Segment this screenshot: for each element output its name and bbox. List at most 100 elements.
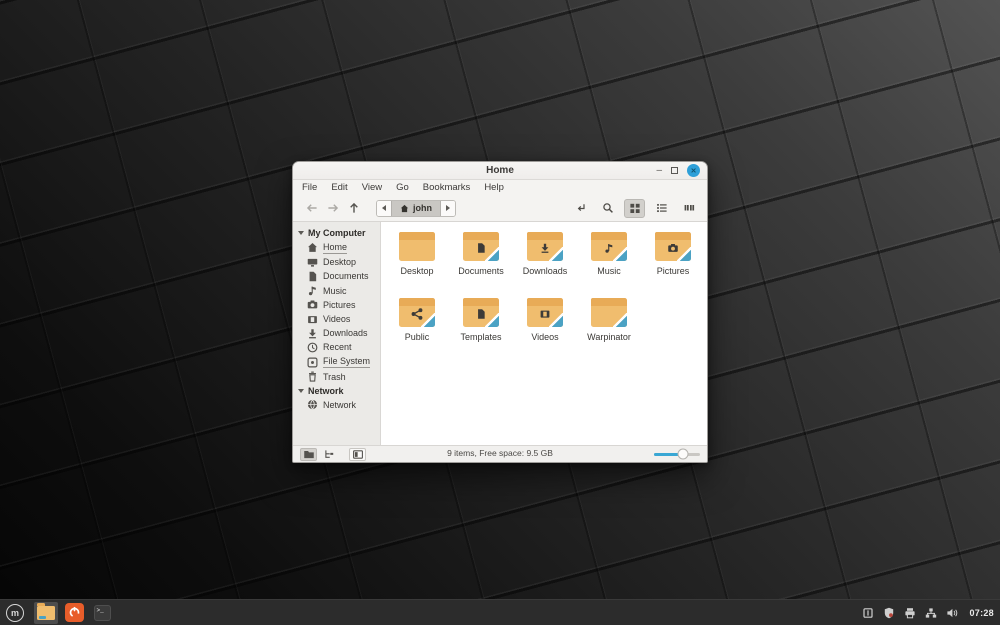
sidebar-item-label: Home	[323, 241, 348, 254]
chevron-right-icon	[446, 205, 450, 211]
teal-corner-emblem	[549, 313, 563, 327]
chevron-left-icon	[382, 205, 386, 211]
shield-update-icon[interactable]	[883, 607, 895, 619]
menu-view[interactable]: View	[362, 182, 382, 193]
zoom-slider[interactable]	[654, 448, 700, 460]
file-label: Public	[404, 332, 430, 342]
orange-app-launcher[interactable]	[62, 602, 86, 624]
file-item-templates[interactable]: Templates	[449, 294, 513, 360]
compact-icon	[683, 202, 695, 214]
sidebar-item-label: Pictures	[323, 299, 356, 310]
sidebar-item-label: Recent	[323, 342, 352, 353]
folder-icon	[591, 232, 627, 261]
music-icon	[307, 285, 318, 296]
folder-icon	[463, 298, 499, 327]
window-title: Home	[486, 165, 514, 176]
clock-icon	[307, 342, 318, 353]
file-label: Music	[597, 266, 621, 276]
file-item-public[interactable]: Public	[385, 294, 449, 360]
compact-view-button[interactable]	[678, 199, 699, 218]
sidebar-item-trash[interactable]: Trash	[293, 370, 380, 384]
window-body: My Computer Home Desktop Documents Music Pict…	[293, 222, 707, 445]
menu-bar: File Edit View Go Bookmarks Help	[293, 180, 707, 195]
window-titlebar[interactable]: Home – ✕	[293, 162, 707, 180]
volume-icon[interactable]	[946, 607, 958, 619]
power-swirl-icon	[64, 603, 84, 622]
menu-file[interactable]: File	[302, 182, 317, 193]
list-view-button[interactable]	[651, 199, 672, 218]
desktop-wallpaper[interactable]: Home – ✕ File Edit View Go Bookmarks Help joh…	[0, 0, 1000, 625]
file-label: Warpinator	[587, 332, 631, 342]
arrow-left-icon	[306, 202, 318, 214]
search-button[interactable]	[597, 199, 618, 218]
sidebar-item-file-system[interactable]: File System	[293, 355, 380, 370]
sidebar-section-label: My Computer	[308, 228, 366, 238]
zoom-slider-knob[interactable]	[677, 448, 689, 460]
path-prev-button[interactable]	[377, 200, 391, 216]
path-segment-label: john	[413, 203, 432, 213]
folder-icon	[591, 298, 627, 327]
search-icon	[602, 202, 614, 214]
maximize-button[interactable]	[671, 167, 678, 174]
toggle-location-entry-button[interactable]	[570, 199, 591, 218]
teal-corner-emblem	[613, 313, 627, 327]
grid-view-button[interactable]	[624, 198, 645, 218]
sidebar-toggle-button[interactable]	[349, 447, 366, 461]
file-manager-taskbar-button[interactable]	[34, 601, 58, 624]
file-manager-window: Home – ✕ File Edit View Go Bookmarks Help joh…	[292, 161, 708, 463]
trash-icon	[307, 371, 318, 382]
sidebar-item-recent[interactable]: Recent	[293, 340, 380, 354]
sidebar-item-network[interactable]: Network	[293, 398, 380, 412]
close-button[interactable]: ✕	[687, 164, 700, 177]
printer-icon[interactable]	[904, 607, 916, 619]
network-tray-icon[interactable]	[925, 607, 937, 619]
file-label: Documents	[458, 266, 504, 276]
folder-icon	[527, 298, 563, 327]
file-item-downloads[interactable]: Downloads	[513, 228, 577, 294]
home-icon	[400, 204, 409, 213]
sidebar-item-label: File System	[323, 356, 371, 369]
sidebar-section-my-computer[interactable]: My Computer	[293, 226, 380, 240]
up-button[interactable]	[343, 199, 364, 217]
menu-edit[interactable]: Edit	[331, 182, 347, 193]
back-button[interactable]	[301, 199, 322, 217]
sidebar-item-label: Network	[323, 399, 357, 410]
sidebar-item-pictures[interactable]: Pictures	[293, 298, 380, 312]
places-toggle-button[interactable]	[300, 447, 317, 461]
home-icon	[307, 242, 318, 253]
sidebar-item-home[interactable]: Home	[293, 240, 380, 255]
file-item-documents[interactable]: Documents	[449, 228, 513, 294]
grid-icon	[629, 202, 641, 214]
file-label: Pictures	[656, 266, 690, 276]
treeview-toggle-button[interactable]	[320, 448, 337, 461]
file-item-pictures[interactable]: Pictures	[641, 228, 705, 294]
terminal-launcher[interactable]: >_	[90, 602, 114, 624]
folder-icon	[655, 232, 691, 261]
sidebar-item-documents[interactable]: Documents	[293, 269, 380, 283]
file-item-desktop[interactable]: Desktop	[385, 228, 449, 294]
sidebar-section-label: Network	[308, 385, 344, 396]
sidebar-item-desktop[interactable]: Desktop	[293, 255, 380, 269]
tree-icon	[323, 449, 335, 460]
file-item-warpinator[interactable]: Warpinator	[577, 294, 641, 360]
menu-bookmarks[interactable]: Bookmarks	[423, 182, 471, 193]
sidebar-item-music[interactable]: Music	[293, 284, 380, 298]
teal-corner-emblem	[421, 313, 435, 327]
menu-go[interactable]: Go	[396, 182, 409, 193]
file-item-music[interactable]: Music	[577, 228, 641, 294]
sidebar-section-network[interactable]: Network	[293, 384, 380, 398]
xapp-status-icon[interactable]	[862, 607, 874, 619]
path-next-button[interactable]	[441, 200, 455, 216]
sidebar-item-videos[interactable]: Videos	[293, 312, 380, 326]
status-bar	[293, 445, 707, 462]
forward-button[interactable]	[322, 199, 343, 217]
minimize-button[interactable]: –	[656, 165, 662, 176]
taskbar-clock[interactable]: 07:28	[969, 608, 994, 618]
menu-help[interactable]: Help	[484, 182, 504, 193]
sidebar-item-downloads[interactable]: Downloads	[293, 326, 380, 340]
path-bar: john	[376, 199, 456, 217]
file-item-videos[interactable]: Videos	[513, 294, 577, 360]
file-label: Desktop	[400, 266, 434, 276]
menu-button[interactable]: m	[6, 603, 24, 622]
path-segment-home[interactable]: john	[391, 200, 441, 216]
